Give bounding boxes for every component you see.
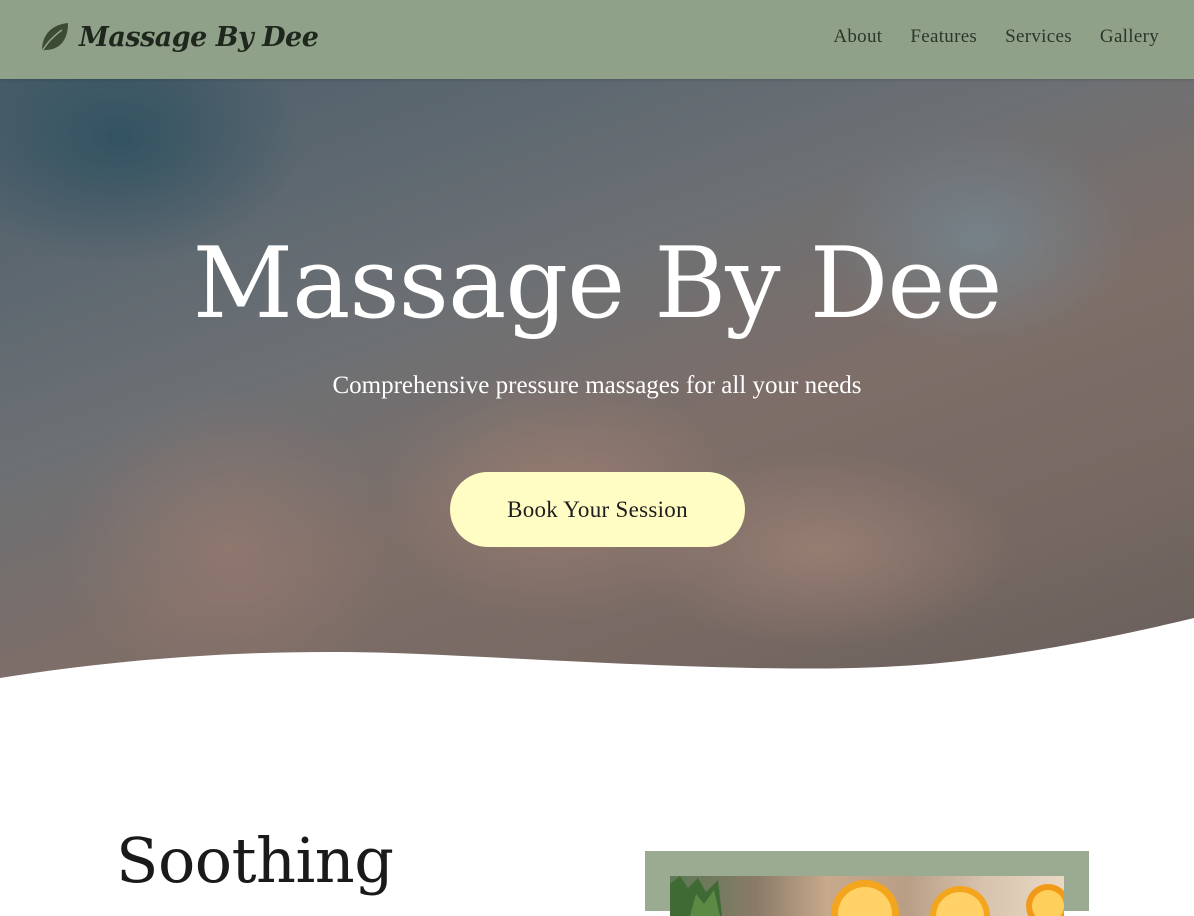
wave-divider bbox=[0, 618, 1194, 739]
main-nav: About Features Services Gallery bbox=[805, 26, 1159, 48]
spa-photo bbox=[670, 876, 1064, 916]
brand-name: Massage By Dee bbox=[79, 21, 319, 53]
hero-subtitle: Comprehensive pressure massages for all … bbox=[332, 372, 862, 399]
spa-image-frame bbox=[645, 851, 1089, 916]
hero-title: Massage By Dee bbox=[192, 227, 1003, 341]
nav-about[interactable]: About bbox=[833, 26, 882, 48]
nav-gallery[interactable]: Gallery bbox=[1100, 26, 1159, 48]
site-header: Massage By Dee About Features Services G… bbox=[0, 0, 1194, 79]
brand-logo-link[interactable]: Massage By Dee bbox=[38, 20, 319, 54]
hero-section: Massage By Dee Comprehensive pressure ma… bbox=[0, 79, 1194, 739]
nav-features[interactable]: Features bbox=[910, 26, 977, 48]
section-heading: Soothing bbox=[116, 824, 394, 897]
book-session-button[interactable]: Book Your Session bbox=[450, 472, 745, 547]
leaf-icon bbox=[40, 23, 68, 54]
nav-services[interactable]: Services bbox=[1005, 26, 1072, 48]
